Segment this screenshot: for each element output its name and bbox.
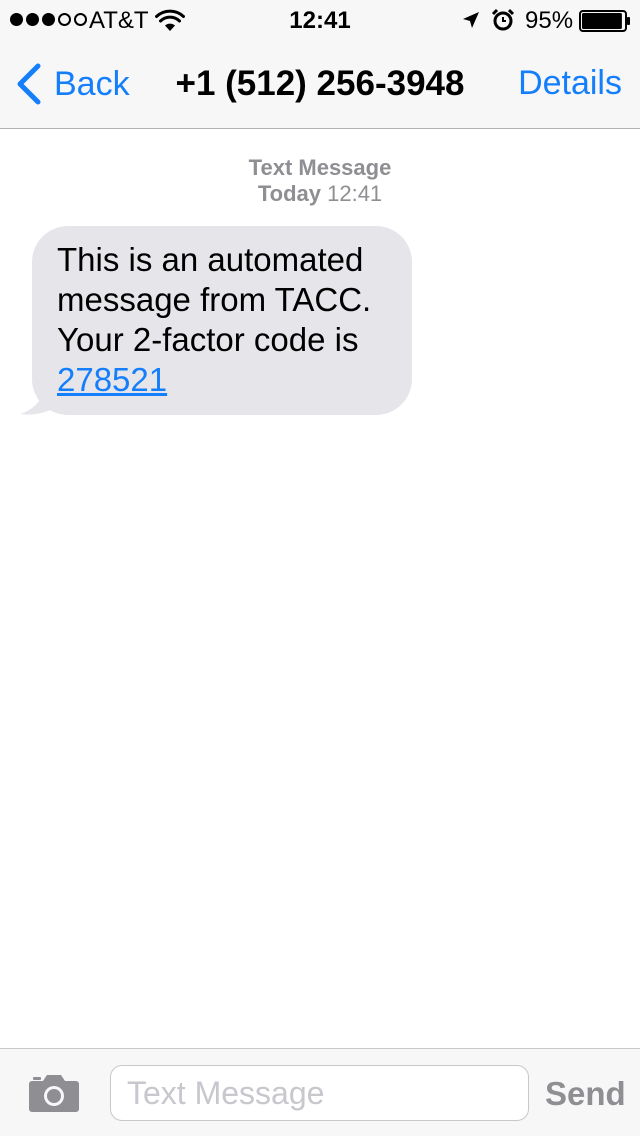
message-input[interactable] — [110, 1065, 529, 1121]
message-text: This is an automated message from TACC. … — [57, 241, 372, 358]
camera-icon[interactable] — [28, 1071, 80, 1113]
message-body: This is an automated message from TACC. … — [32, 226, 412, 415]
details-button[interactable]: Details — [518, 64, 622, 103]
verification-code-link[interactable]: 278521 — [57, 361, 167, 398]
send-button[interactable]: Send — [545, 1075, 626, 1113]
day-label: Today — [257, 181, 321, 206]
navigation-bar: Back +1 (512) 256-3948 Details — [0, 40, 640, 129]
battery-icon — [579, 10, 630, 32]
location-arrow-icon — [463, 12, 479, 28]
message-bubble-incoming[interactable]: This is an automated message from TACC. … — [20, 226, 412, 416]
messages-screen: AT&T 12:41 95% Back +1 (512) 256-3948 De… — [0, 0, 640, 1136]
message-input-bar: Send — [0, 1048, 640, 1136]
service-label: Text Message — [248, 155, 392, 180]
alarm-clock-icon — [491, 8, 515, 31]
message-time: 12:41 — [327, 181, 383, 206]
status-bar: AT&T 12:41 95% — [0, 0, 640, 40]
conversation-timestamp: Text Message Today 12:41 — [0, 155, 640, 207]
battery-percent: 95% — [525, 7, 574, 34]
date-time-line: Today 12:41 — [0, 181, 640, 207]
